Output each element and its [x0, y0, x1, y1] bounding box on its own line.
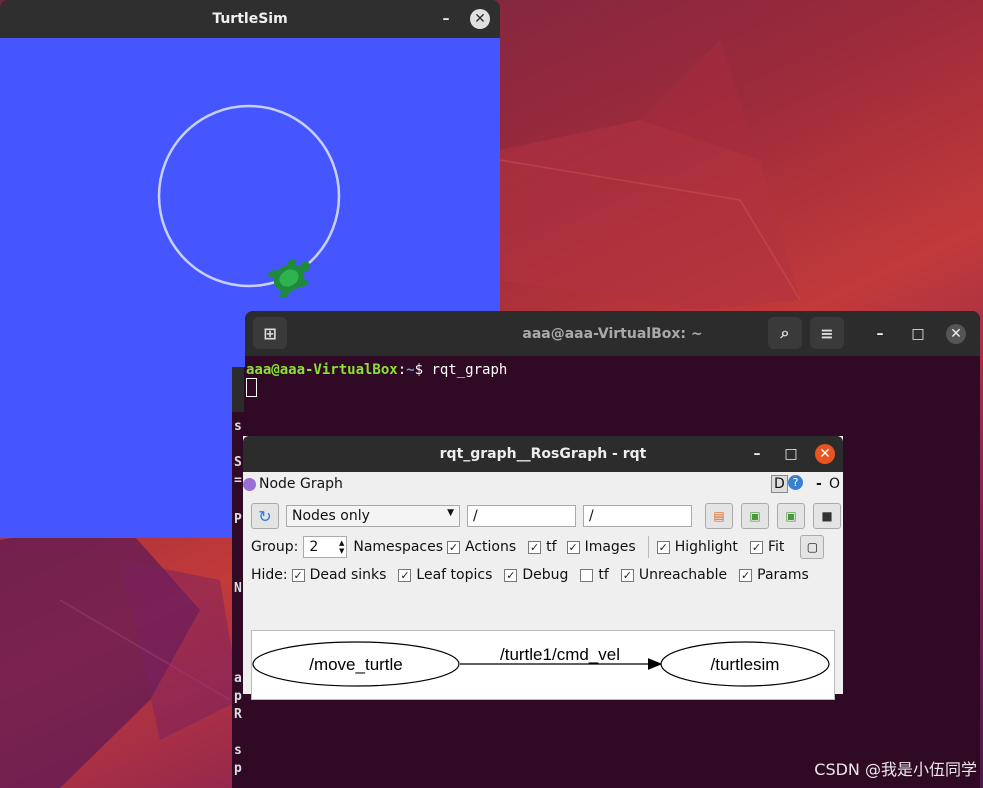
namespaces-checkbox[interactable]: ✓	[447, 540, 461, 554]
close-icon[interactable]: ✕	[815, 444, 835, 464]
debug-checkbox[interactable]: ✓	[504, 568, 518, 582]
dead-sinks-checkbox[interactable]: ✓	[291, 568, 305, 582]
save-svg-icon[interactable]: ▣	[777, 503, 805, 529]
plugin-header: Node Graph D ? - O	[243, 475, 843, 493]
new-tab-icon[interactable]: ⊞	[253, 317, 287, 349]
prompt-user: aaa@aaa-VirtualBox	[246, 362, 398, 378]
prompt-separator: :	[397, 362, 407, 378]
maximize-icon[interactable]: □	[781, 444, 801, 464]
fit-label: Fit	[767, 539, 785, 555]
node-turtlesim-label: /turtlesim	[711, 655, 780, 674]
hamburger-menu-icon[interactable]: ≡	[810, 317, 844, 349]
tf-label: tf	[546, 539, 557, 555]
hide-row: Hide: ✓ Dead sinks ✓ Leaf topics ✓ Debug…	[251, 567, 809, 583]
turtle-icon	[268, 259, 311, 298]
graph-mode-select[interactable]: Nodes only ▼	[286, 505, 460, 527]
prompt-line: aaa@aaa-VirtualBox:~$ rqt_graph	[246, 362, 979, 378]
leaf-topics-label: Leaf topics	[416, 567, 493, 583]
sliver-text: S	[234, 455, 242, 470]
prompt-path: ~	[406, 362, 415, 378]
sliver-text: =	[234, 473, 242, 488]
fit-in-view-icon[interactable]: ▢	[800, 535, 825, 559]
group-label: Group:	[251, 539, 299, 555]
turtlesim-title: TurtleSim	[212, 11, 288, 27]
sliver-text: s	[234, 743, 242, 758]
options-row: Group: 2 ▲ ▼ Namespaces ✓ Actions ✓ tf ✓ I…	[251, 535, 825, 559]
topic-filter-input[interactable]: /	[583, 505, 692, 527]
graph-view[interactable]: /move_turtle /turtle1/cmd_vel /turtlesim	[251, 630, 835, 700]
csdn-watermark: CSDN @我是小伍同学	[814, 760, 977, 779]
help-icon[interactable]: ?	[788, 475, 803, 490]
node-graph-plugin-icon	[243, 477, 256, 491]
minimize-icon[interactable]: –	[436, 9, 456, 29]
rqt-titlebar[interactable]: rqt_graph__RosGraph - rqt – □ ✕	[243, 436, 843, 472]
terminal-titlebar[interactable]: ⊞ aaa@aaa-VirtualBox: ~ ⌕ ≡ – □ ✕	[245, 311, 980, 356]
sliver-text: p	[234, 761, 242, 776]
images-checkbox[interactable]: ✓	[566, 540, 580, 554]
node-move-turtle-label: /move_turtle	[309, 655, 403, 674]
hide-label: Hide:	[251, 567, 288, 583]
dead-sinks-label: Dead sinks	[309, 567, 387, 583]
edge-cmd-vel-label: /turtle1/cmd_vel	[500, 645, 620, 664]
minimize-icon[interactable]: –	[870, 324, 890, 344]
graph-toolbar: ↻ Nodes only ▼ / / ▤ ▣ ▣ ■	[251, 503, 841, 529]
sliver-text: p	[234, 689, 242, 704]
namespaces-label: Namespaces	[353, 539, 444, 555]
refresh-icon[interactable]: ↻	[251, 503, 279, 529]
images-label: Images	[584, 539, 636, 555]
group-spinbox[interactable]: 2 ▲ ▼	[303, 536, 348, 558]
turtlesim-titlebar[interactable]: TurtleSim – ✕	[0, 0, 500, 38]
ros-graph[interactable]: /move_turtle /turtle1/cmd_vel /turtlesim	[252, 631, 834, 699]
sliver-text: N	[234, 581, 242, 596]
close-plugin-button[interactable]: O	[829, 476, 840, 492]
leaf-topics-checkbox[interactable]: ✓	[398, 568, 412, 582]
sliver-text: a	[234, 671, 242, 686]
minimize-plugin-button[interactable]: -	[816, 476, 822, 492]
plugin-title: Node Graph	[259, 476, 343, 492]
actions-label: Actions	[465, 539, 517, 555]
rqt-title: rqt_graph__RosGraph - rqt	[439, 446, 647, 462]
terminal-cursor	[246, 378, 257, 397]
chevron-down-icon: ▼	[447, 508, 454, 518]
highlight-checkbox[interactable]: ✓	[656, 540, 670, 554]
graph-mode-value: Nodes only	[292, 508, 370, 524]
tf-hide-label: tf	[598, 567, 609, 583]
spin-arrows-icon: ▲ ▼	[338, 539, 345, 555]
dock-button[interactable]: D	[771, 475, 788, 493]
save-image-icon[interactable]: ■	[813, 503, 841, 529]
namespace-filter-input[interactable]: /	[467, 505, 576, 527]
unreachable-checkbox[interactable]: ✓	[620, 568, 634, 582]
params-checkbox[interactable]: ✓	[739, 568, 753, 582]
debug-label: Debug	[522, 567, 569, 583]
tf-hide-checkbox[interactable]	[580, 568, 594, 582]
maximize-icon[interactable]: □	[908, 324, 928, 344]
close-icon[interactable]: ✕	[946, 323, 966, 344]
group-value: 2	[309, 539, 319, 555]
typed-command: rqt_graph	[431, 362, 508, 378]
fit-checkbox[interactable]: ✓	[749, 540, 763, 554]
sliver-text: P	[234, 512, 242, 527]
background-terminal-titlebar[interactable]	[232, 367, 244, 412]
unreachable-label: Unreachable	[638, 567, 728, 583]
rqt-content: Node Graph D ? - O ↻ Nodes only ▼ / / ▤ ▣…	[243, 472, 843, 700]
rqt-graph-window: rqt_graph__RosGraph - rqt – □ ✕ Node Gra…	[243, 436, 843, 700]
minimize-icon[interactable]: –	[747, 444, 767, 464]
prompt-dollar: $	[414, 362, 432, 378]
terminal-title: aaa@aaa-VirtualBox: ~	[522, 325, 703, 342]
load-dot-icon[interactable]: ▤	[705, 503, 733, 529]
sliver-text: R	[234, 707, 242, 722]
close-icon[interactable]: ✕	[470, 9, 490, 29]
tf-checkbox[interactable]: ✓	[528, 540, 542, 554]
search-icon[interactable]: ⌕	[768, 317, 802, 349]
params-label: Params	[757, 567, 809, 583]
highlight-label: Highlight	[674, 539, 738, 555]
save-dot-icon[interactable]: ▣	[741, 503, 769, 529]
toolbar-divider	[647, 536, 649, 558]
sliver-text: s	[234, 419, 242, 434]
